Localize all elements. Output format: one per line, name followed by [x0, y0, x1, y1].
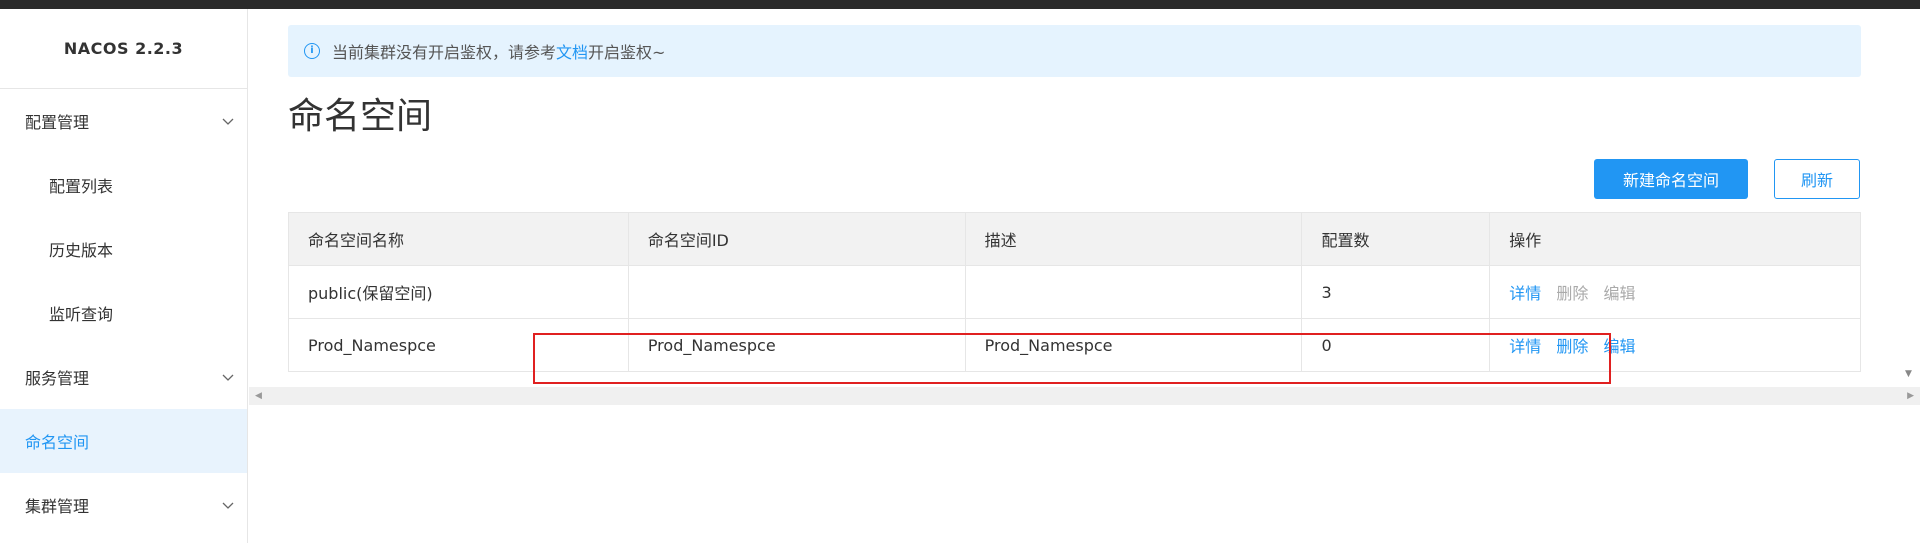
alert-text-suffix: 开启鉴权~	[588, 43, 666, 62]
details-link[interactable]: 详情	[1509, 284, 1541, 303]
sidebar-item-label: 历史版本	[49, 241, 114, 260]
chevron-down-icon	[222, 502, 234, 509]
auth-alert: i 当前集群没有开启鉴权，请参考 文档 开启鉴权~	[288, 25, 1861, 77]
chevron-down-icon	[222, 118, 234, 125]
cell-name: Prod_Namespce	[288, 318, 629, 372]
edit-link[interactable]: 编辑	[1604, 337, 1636, 356]
sidebar: NACOS 2.2.3 配置管理 配置列表 历史版本 监听查询 服务管理 命名空…	[0, 9, 248, 543]
chevron-down-icon	[222, 374, 234, 381]
sidebar-group-service-management[interactable]: 服务管理	[0, 345, 247, 409]
page-title: 命名空间	[288, 96, 433, 137]
cell-actions: 详情 删除 编辑	[1489, 265, 1861, 319]
cell-id: Prod_Namespce	[627, 318, 966, 372]
sidebar-item-namespace[interactable]: 命名空间	[0, 409, 247, 473]
sidebar-group-config-management[interactable]: 配置管理	[0, 89, 247, 153]
table-header-row: 命名空间名称 命名空间ID 描述 配置数 操作	[288, 212, 1861, 266]
sidebar-item-config-list[interactable]: 配置列表	[0, 153, 247, 217]
sidebar-item-label: 监听查询	[49, 305, 114, 324]
main-content: i 当前集群没有开启鉴权，请参考 文档 开启鉴权~ 命名空间 新建命名空间 刷新 命…	[249, 9, 1920, 543]
cell-actions: 详情 删除 编辑	[1489, 318, 1861, 372]
scroll-right-arrow-icon[interactable]: ▶	[1907, 391, 1914, 401]
sidebar-group-label: 服务管理	[25, 369, 90, 388]
delete-link[interactable]: 删除	[1556, 337, 1588, 356]
table-row: public(保留空间) 3 详情 删除 编辑	[288, 265, 1861, 319]
sidebar-group-label: 集群管理	[25, 497, 90, 516]
vertical-scrollbar[interactable]	[1902, 9, 1920, 387]
top-bar	[0, 0, 1920, 9]
sidebar-item-label: 命名空间	[25, 433, 90, 452]
column-header-config-count: 配置数	[1301, 212, 1491, 266]
scroll-down-arrow-icon[interactable]: ▼	[1905, 369, 1912, 379]
column-header-description: 描述	[964, 212, 1303, 266]
sidebar-item-label: 配置列表	[49, 177, 114, 196]
edit-link[interactable]: 编辑	[1604, 284, 1636, 303]
sidebar-item-history-version[interactable]: 历史版本	[0, 217, 247, 281]
create-namespace-button[interactable]: 新建命名空间	[1594, 159, 1748, 199]
column-header-id: 命名空间ID	[627, 212, 966, 266]
table-row: Prod_Namespce Prod_Namespce Prod_Namespc…	[288, 318, 1861, 372]
sidebar-group-cluster-management[interactable]: 集群管理	[0, 473, 247, 537]
cell-config-count: 3	[1301, 265, 1491, 319]
brand-logo: NACOS 2.2.3	[0, 9, 247, 89]
details-link[interactable]: 详情	[1509, 337, 1541, 356]
cell-name: public(保留空间)	[288, 265, 629, 319]
cell-id	[627, 265, 966, 319]
sidebar-item-listener-query[interactable]: 监听查询	[0, 281, 247, 345]
docs-link[interactable]: 文档	[556, 39, 588, 63]
column-header-actions: 操作	[1489, 212, 1861, 266]
cell-config-count: 0	[1301, 318, 1491, 372]
cell-description: Prod_Namespce	[964, 318, 1303, 372]
horizontal-scrollbar[interactable]: ◀ ▶	[249, 387, 1920, 405]
sidebar-group-label: 配置管理	[25, 113, 90, 132]
info-icon: i	[304, 43, 320, 59]
column-header-name: 命名空间名称	[288, 212, 629, 266]
cell-description	[964, 265, 1303, 319]
namespace-table: 命名空间名称 命名空间ID 描述 配置数 操作 public(保留空间) 3 详…	[288, 212, 1861, 372]
scroll-left-arrow-icon[interactable]: ◀	[255, 391, 262, 401]
delete-link[interactable]: 删除	[1556, 284, 1588, 303]
alert-text: 当前集群没有开启鉴权，请参考	[332, 43, 557, 62]
refresh-button[interactable]: 刷新	[1774, 159, 1860, 199]
